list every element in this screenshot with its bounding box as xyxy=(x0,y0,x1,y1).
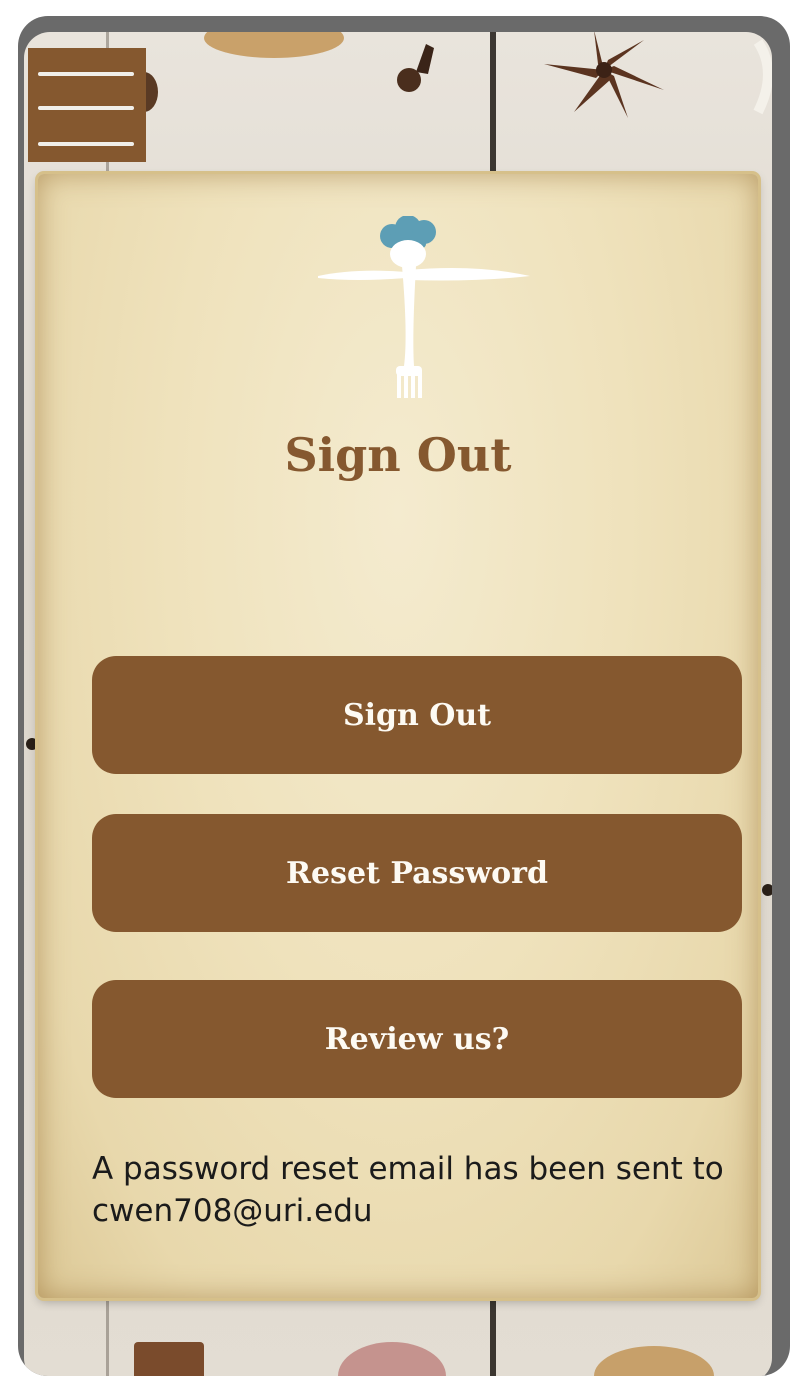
app-logo xyxy=(316,215,536,400)
sign-out-button[interactable]: Sign Out xyxy=(92,656,742,774)
chef-hat-fork-knife-icon xyxy=(318,215,530,398)
password-reset-status: A password reset email has been sent to … xyxy=(92,1151,724,1229)
reset-password-button[interactable]: Reset Password xyxy=(92,814,742,932)
menu-button[interactable] xyxy=(28,48,146,162)
page-title: Sign Out xyxy=(284,428,512,482)
review-us-button[interactable]: Review us? xyxy=(92,980,742,1098)
menu-line xyxy=(38,72,134,76)
menu-line xyxy=(38,142,134,146)
menu-line xyxy=(38,106,134,110)
parchment-card: Sign Out Sign Out Reset Password Review … xyxy=(38,174,758,1298)
app-screen: Sign Out Sign Out Reset Password Review … xyxy=(24,32,772,1376)
phone-frame: Sign Out Sign Out Reset Password Review … xyxy=(18,16,790,1376)
